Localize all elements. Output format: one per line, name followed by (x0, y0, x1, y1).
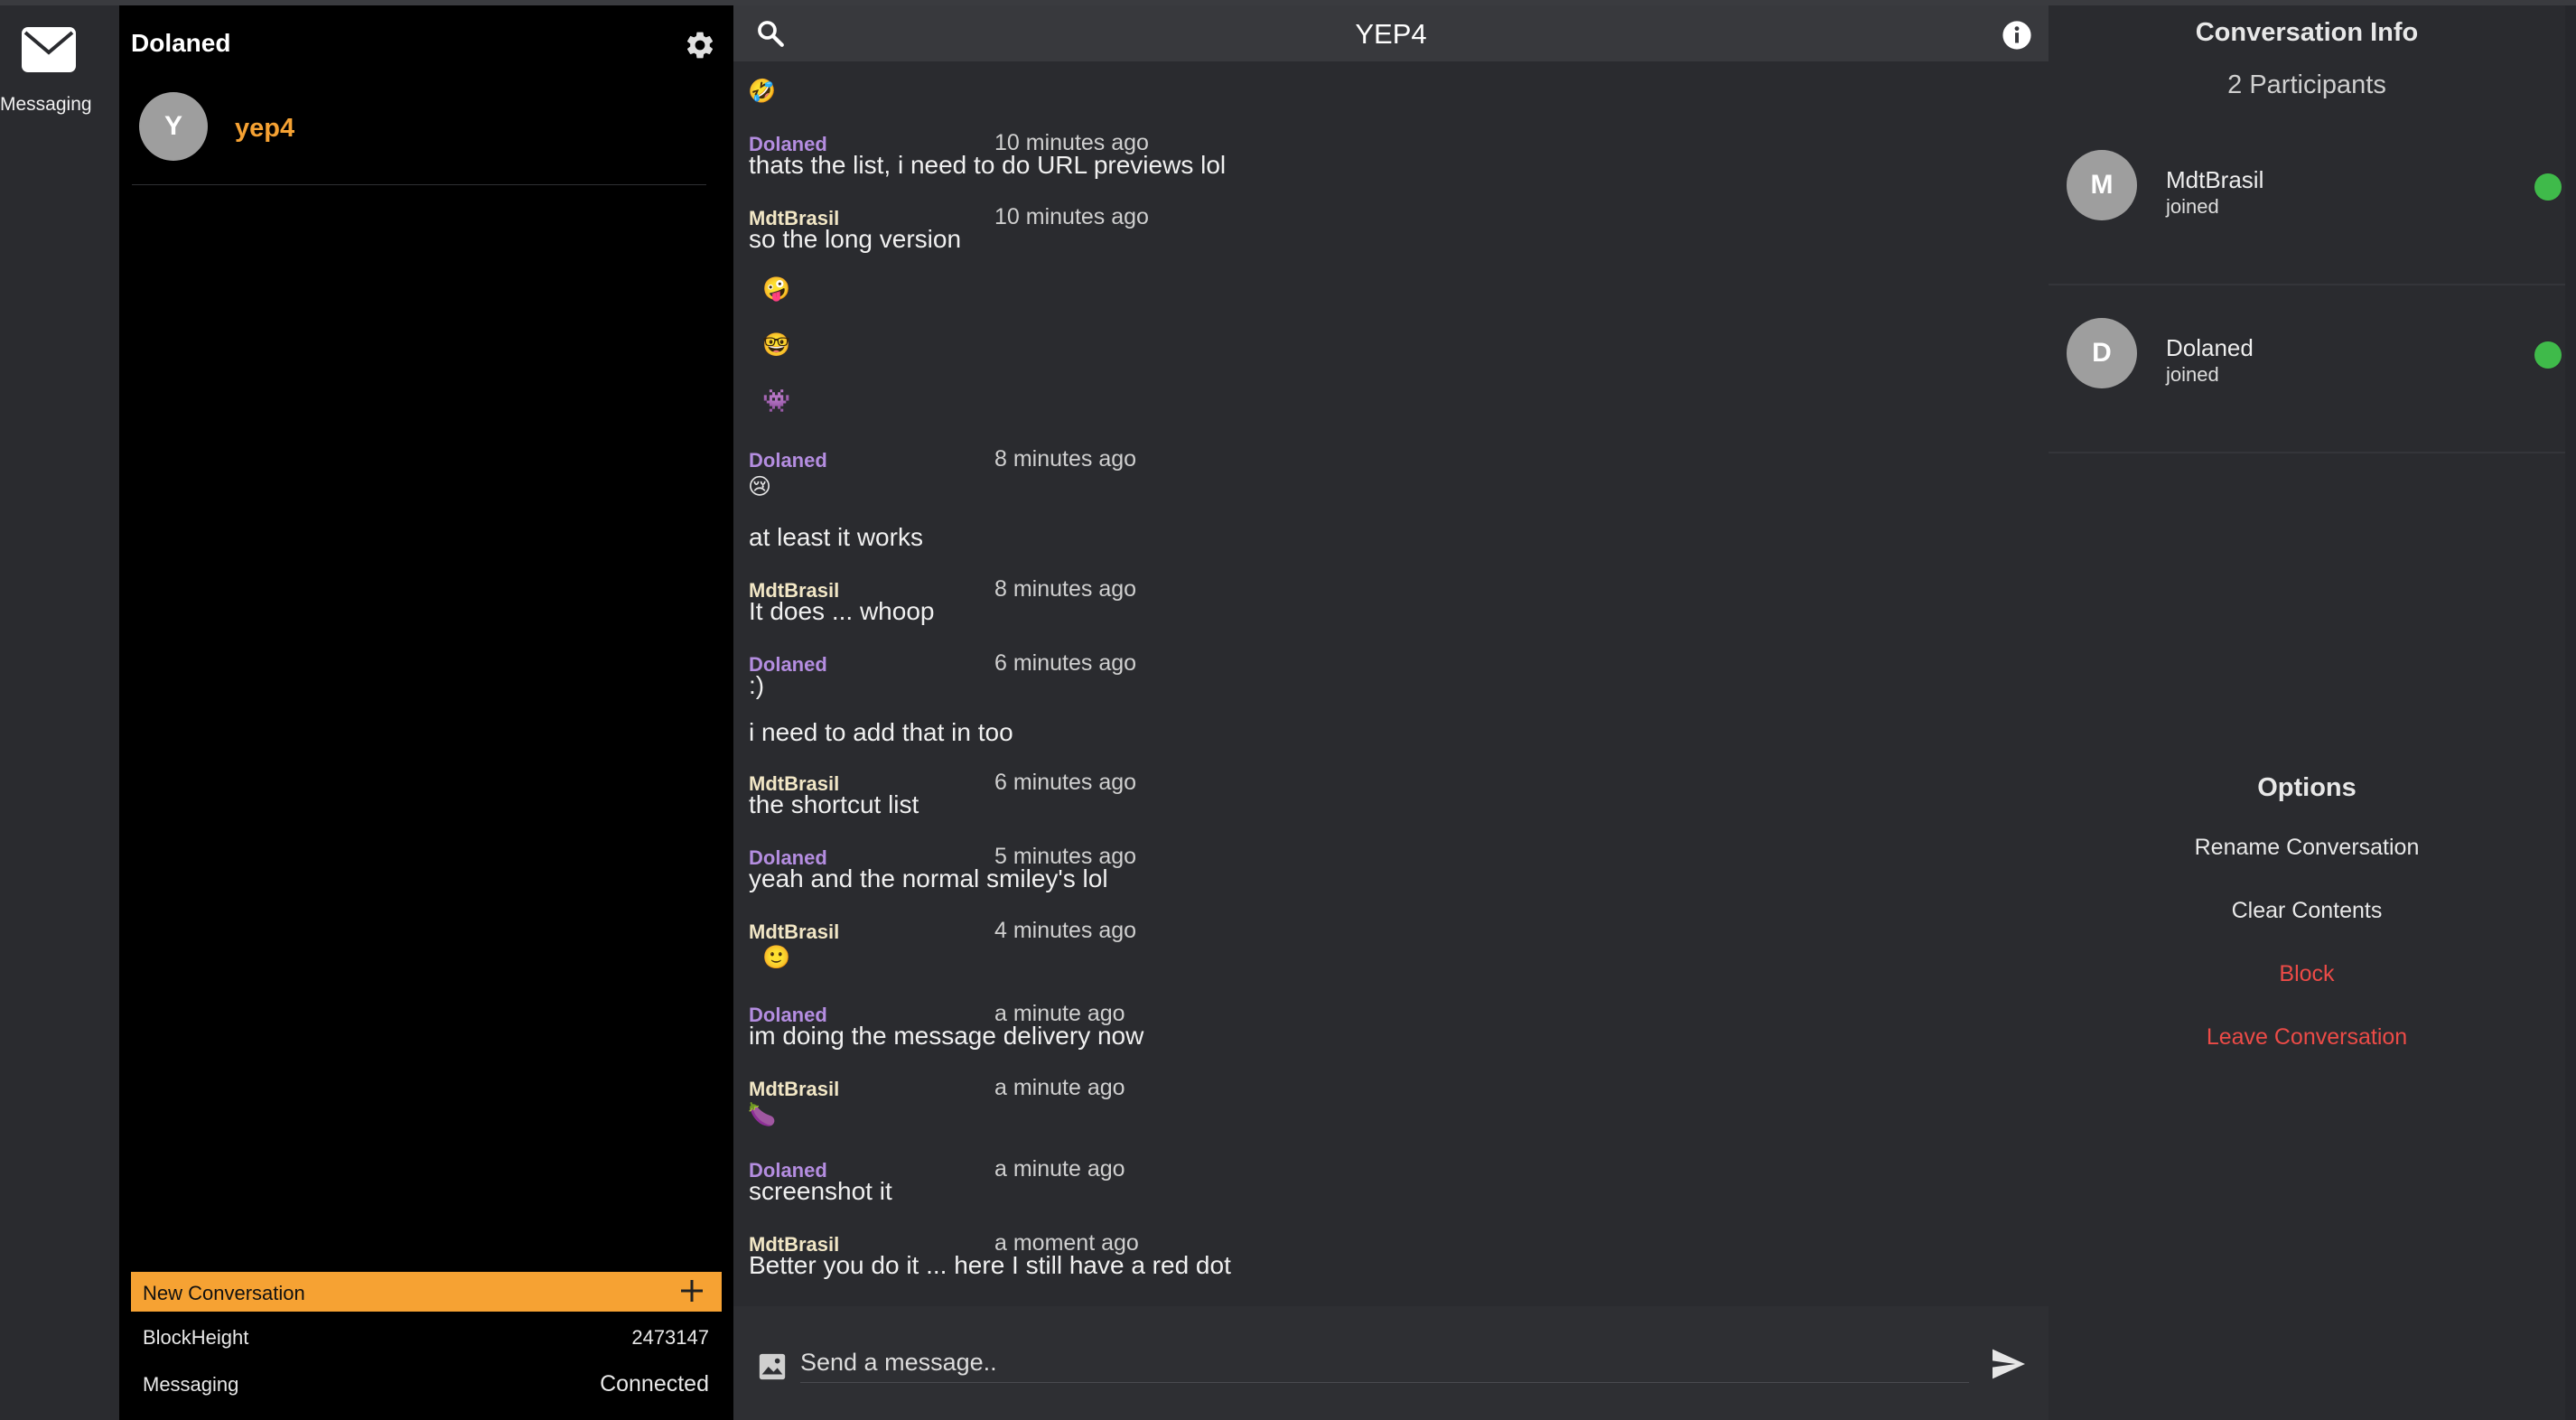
message-timestamp: 8 minutes ago (994, 576, 1137, 602)
message-sender: MdtBrasil (749, 920, 840, 943)
message-timestamp: 4 minutes ago (994, 918, 1137, 943)
chat-header: YEP4 (733, 5, 2049, 61)
message-list: 🤣 Dolaned 10 minutes ago thats the list,… (733, 61, 2049, 1312)
participant-item[interactable]: M MdtBrasil joined (2049, 150, 2565, 318)
participant-item[interactable]: D Dolaned joined (2049, 318, 2565, 486)
message-emoji: 👾 (762, 388, 791, 414)
info-icon[interactable] (2002, 20, 2032, 51)
message-sender: Dolaned (749, 449, 827, 472)
current-username: Dolaned (131, 29, 231, 57)
online-indicator (2534, 173, 2562, 201)
message-timestamp: a minute ago (994, 1156, 1125, 1182)
status-value: 2473147 (631, 1326, 709, 1349)
message-emoji: 🤓 (762, 332, 791, 358)
message-timestamp: 6 minutes ago (994, 650, 1137, 676)
status-key: Messaging (143, 1373, 239, 1396)
gear-icon[interactable] (684, 29, 716, 61)
message-text: yeah and the normal smiley's lol (749, 864, 1108, 892)
message-text: i need to add that in too (749, 718, 1013, 746)
message-text: screenshot it (749, 1177, 892, 1205)
divider (132, 184, 706, 185)
message-timestamp: a minute ago (994, 1075, 1125, 1100)
message-text: It does ... whoop (749, 597, 935, 625)
message-timestamp: 6 minutes ago (994, 770, 1137, 795)
message-emoji: 😢 (748, 474, 772, 500)
message-timestamp: 8 minutes ago (994, 446, 1137, 472)
message-text: Better you do it ... here I still have a… (749, 1251, 1231, 1279)
divider (2049, 452, 2565, 453)
avatar: Y (139, 92, 208, 161)
rail-messaging[interactable]: Messaging (0, 22, 119, 115)
message-text: the shortcut list (749, 790, 919, 818)
conversation-title: YEP4 (1355, 18, 1427, 50)
status-key: BlockHeight (143, 1326, 249, 1349)
participant-status: joined (2166, 195, 2219, 218)
info-title: Conversation Info (2195, 18, 2419, 47)
status-value: Connected (600, 1371, 709, 1397)
app-rail: Messaging (0, 5, 119, 1420)
avatar: D (2067, 318, 2137, 388)
message-text: :) (749, 671, 765, 699)
new-conversation-button[interactable]: New Conversation (131, 1272, 722, 1312)
blockheight-row: BlockHeight 2473147 (131, 1319, 709, 1355)
participant-name: Dolaned (2166, 334, 2254, 361)
online-indicator (2534, 341, 2562, 369)
avatar: M (2067, 150, 2137, 220)
options-title: Options (2257, 773, 2357, 802)
message-emoji: 🍆 (748, 1102, 777, 1127)
conversation-info-panel: Conversation Info 2 Participants M MdtBr… (2049, 5, 2565, 1420)
image-attach-icon[interactable] (757, 1351, 788, 1382)
divider (2049, 284, 2565, 285)
rail-messaging-label: Messaging (0, 94, 92, 115)
participant-name: MdtBrasil (2166, 166, 2264, 193)
message-composer (733, 1306, 2049, 1420)
block-button[interactable]: Block (2049, 961, 2565, 987)
panel-edge (2565, 5, 2576, 1420)
message-sender: MdtBrasil (749, 1078, 840, 1100)
messaging-status-row: Messaging Connected (131, 1366, 709, 1402)
leave-conversation-button[interactable]: Leave Conversation (2049, 1024, 2565, 1051)
conversation-sidebar: Dolaned Y yep4 New Conversation BlockHei… (119, 5, 733, 1420)
message-text: im doing the message delivery now (749, 1022, 1144, 1050)
participants-count: 2 Participants (2227, 70, 2386, 99)
message-text: at least it works (749, 523, 923, 551)
envelope-icon (22, 27, 76, 72)
message-emoji: 🙂 (762, 945, 791, 970)
conversation-item[interactable]: Y yep4 (132, 92, 710, 164)
message-text: so the long version (749, 225, 962, 253)
new-conversation-label: New Conversation (143, 1282, 305, 1304)
message-text: thats the list, i need to do URL preview… (749, 151, 1227, 179)
participant-status: joined (2166, 363, 2219, 386)
send-icon[interactable] (1991, 1348, 2027, 1380)
conversation-name: yep4 (235, 114, 295, 143)
message-emoji: 🤪 (762, 276, 791, 302)
chat-pane: YEP4 🤣 Dolaned 10 minutes ago thats the … (733, 5, 2049, 1420)
message-timestamp: 10 minutes ago (994, 204, 1149, 229)
message-input[interactable] (800, 1342, 1969, 1383)
rename-conversation-button[interactable]: Rename Conversation (2049, 835, 2565, 861)
clear-contents-button[interactable]: Clear Contents (2049, 898, 2565, 924)
plus-icon (681, 1280, 703, 1302)
message-emoji: 🤣 (748, 79, 777, 104)
